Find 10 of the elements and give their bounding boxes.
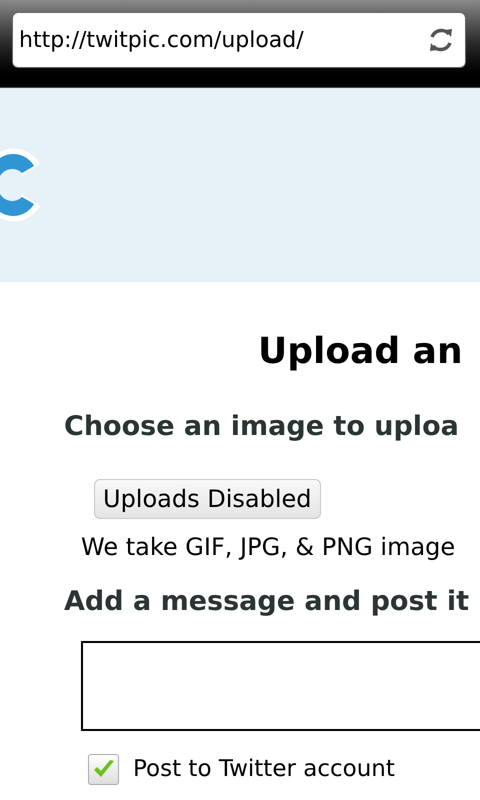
checkbox-label: Post to Twitter account (133, 755, 395, 784)
page-title: Upload an (258, 334, 463, 370)
checkbox[interactable] (88, 754, 119, 785)
refresh-icon[interactable] (427, 26, 455, 54)
section-heading: Add a message and post it (64, 588, 469, 615)
address-field[interactable]: http://twitpic.com/upload/ (12, 12, 466, 68)
section-heading: Choose an image to uploa (64, 413, 459, 440)
url-text: http://twitpic.com/upload/ (19, 26, 305, 54)
message-field[interactable] (81, 641, 480, 731)
formats-note: We take GIF, JPG, & PNG image (81, 535, 456, 559)
